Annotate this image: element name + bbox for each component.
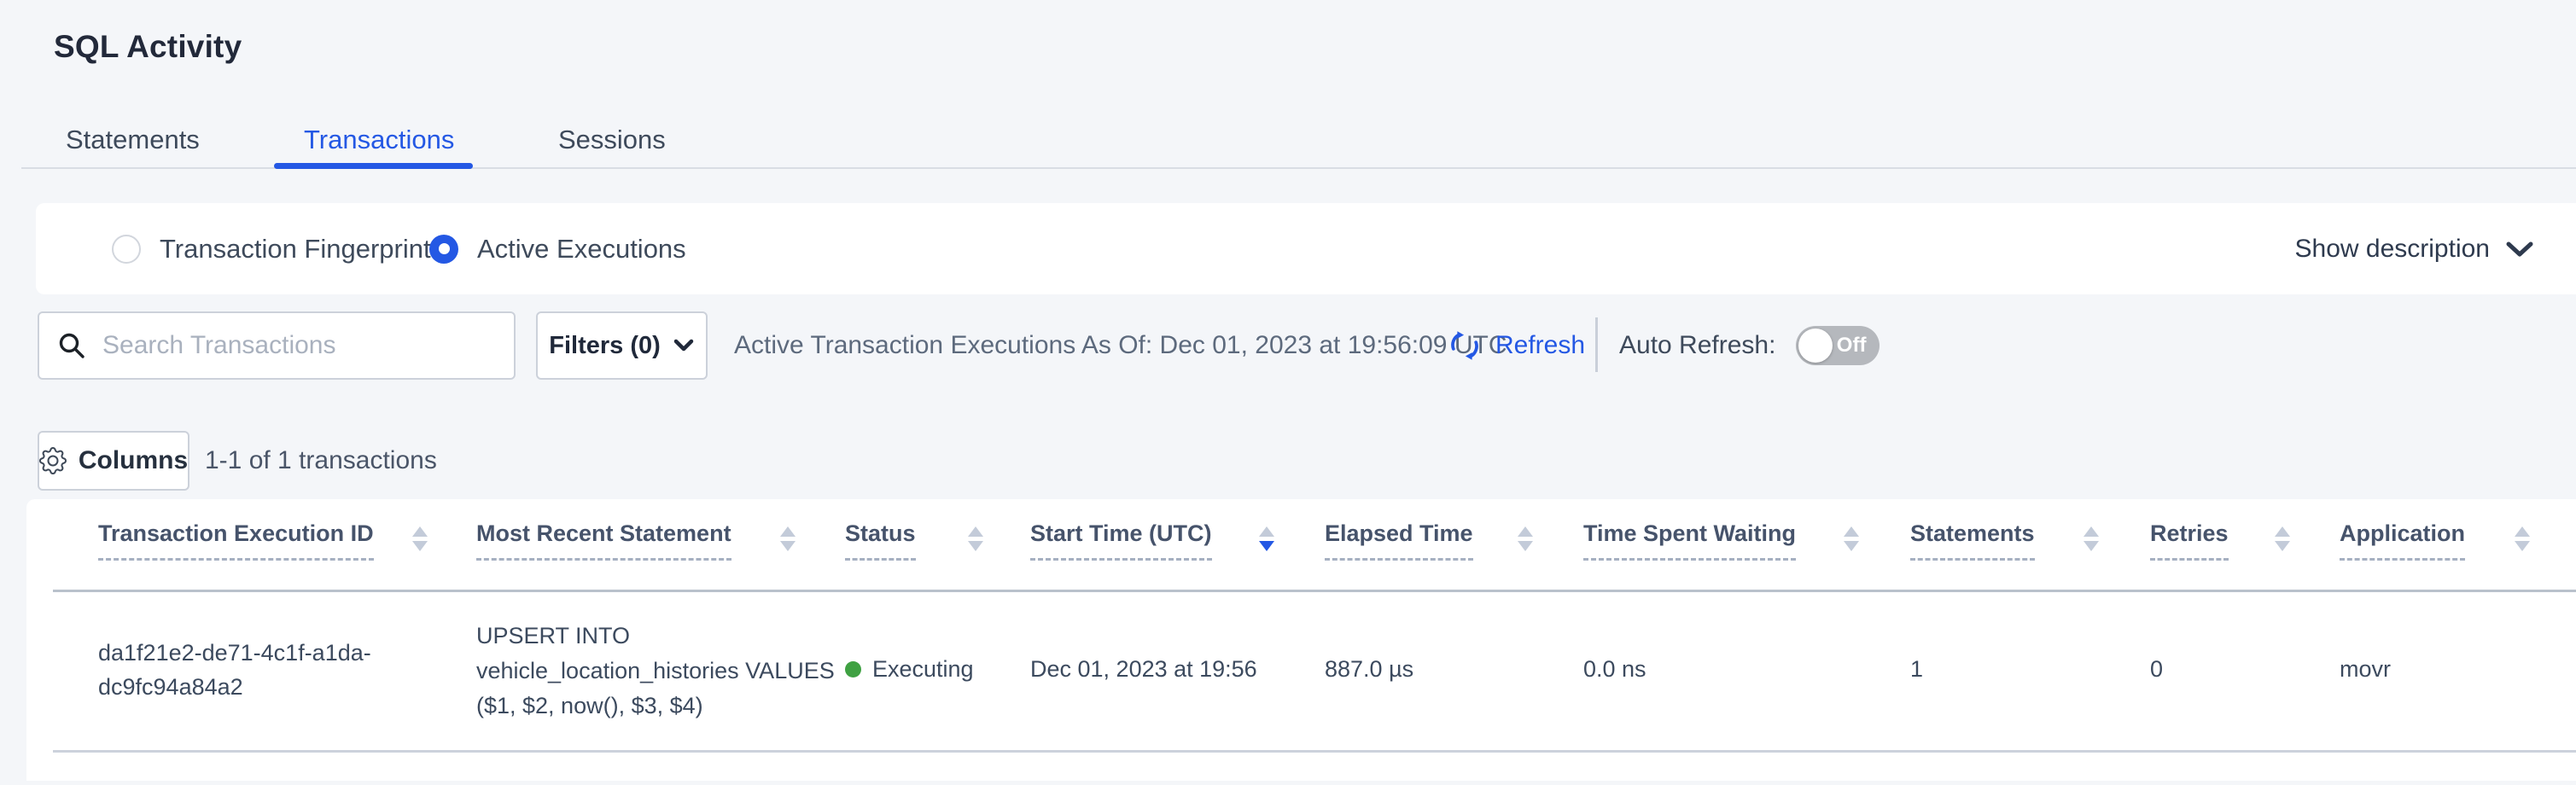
- page-title: SQL Activity: [54, 29, 242, 65]
- sort-icon[interactable]: [412, 526, 428, 551]
- toggle-knob[interactable]: [1798, 329, 1833, 363]
- table-row-divider: [53, 750, 2576, 753]
- sort-icon[interactable]: [2515, 526, 2530, 551]
- column-header-elapsed-time[interactable]: Elapsed Time: [1325, 520, 1473, 561]
- show-description-label: Show description: [2295, 235, 2490, 264]
- column-header-transaction-execution-id[interactable]: Transaction Execution ID: [98, 520, 374, 561]
- refresh-button[interactable]: Refresh: [1446, 311, 1585, 380]
- toggle-state-label: Off: [1837, 334, 1867, 358]
- cell-elapsed-time: 887.0 µs: [1325, 656, 1413, 683]
- radio-active-executions[interactable]: Active Executions: [429, 203, 686, 294]
- column-header-most-recent-statement[interactable]: Most Recent Statement: [476, 520, 731, 561]
- view-mode-panel: Transaction Fingerprints Active Executio…: [36, 203, 2576, 294]
- cell-retries: 0: [2150, 656, 2163, 683]
- radio-unselected-icon[interactable]: [112, 235, 141, 264]
- cell-transaction-execution-id: da1f21e2-de71-4c1f-a1da-dc9fc94a84a2: [98, 636, 405, 704]
- column-header-application[interactable]: Application: [2340, 520, 2465, 561]
- tab-transactions[interactable]: Transactions: [304, 125, 454, 155]
- sort-icon[interactable]: [968, 526, 983, 551]
- tab-sessions[interactable]: Sessions: [558, 125, 666, 155]
- refresh-icon: [1446, 327, 1483, 364]
- search-box[interactable]: [38, 311, 516, 380]
- radio-label: Active Executions: [477, 234, 686, 265]
- filters-button[interactable]: Filters (0): [536, 311, 708, 380]
- column-header-status[interactable]: Status: [845, 520, 916, 561]
- column-header-statements[interactable]: Statements: [1910, 520, 2035, 561]
- search-input[interactable]: [102, 331, 497, 360]
- transactions-table: Transaction Execution ID Most Recent Sta…: [26, 499, 2576, 781]
- cell-statements: 1: [1910, 656, 1923, 683]
- sort-icon[interactable]: [2084, 526, 2099, 551]
- gear-icon: [39, 447, 67, 474]
- executing-status-dot: [845, 661, 861, 677]
- refresh-label: Refresh: [1495, 331, 1585, 360]
- auto-refresh-label: Auto Refresh:: [1619, 331, 1775, 360]
- search-icon: [56, 330, 87, 361]
- chevron-down-icon: [2505, 240, 2534, 259]
- radio-transaction-fingerprints[interactable]: Transaction Fingerprints: [112, 203, 444, 294]
- active-tab-indicator: [274, 163, 473, 169]
- sort-icon[interactable]: [1518, 526, 1533, 551]
- vertical-divider: [1595, 317, 1598, 372]
- column-header-time-spent-waiting[interactable]: Time Spent Waiting: [1583, 520, 1796, 561]
- sort-icon[interactable]: [1844, 526, 1859, 551]
- cell-status: Executing: [845, 656, 974, 683]
- status-label: Executing: [872, 656, 974, 683]
- chevron-down-icon: [673, 338, 695, 353]
- radio-label: Transaction Fingerprints: [160, 234, 444, 265]
- cell-time-spent-waiting: 0.0 ns: [1583, 656, 1646, 683]
- table-header-divider: [53, 590, 2576, 592]
- auto-refresh-toggle[interactable]: Off: [1796, 326, 1880, 365]
- cell-application: movr: [2340, 656, 2391, 683]
- radio-selected-icon[interactable]: [429, 235, 458, 264]
- sort-icon[interactable]: [780, 526, 796, 551]
- sort-icon[interactable]: [2275, 526, 2290, 551]
- auto-refresh-control: Auto Refresh: Off: [1619, 311, 1880, 380]
- results-count: 1-1 of 1 transactions: [205, 431, 437, 491]
- column-header-start-time[interactable]: Start Time (UTC): [1030, 520, 1212, 561]
- column-header-retries[interactable]: Retries: [2150, 520, 2229, 561]
- cell-start-time: Dec 01, 2023 at 19:56: [1030, 656, 1257, 683]
- show-description-button[interactable]: Show description: [2295, 203, 2534, 294]
- as-of-timestamp: Active Transaction Executions As Of: Dec…: [734, 311, 1507, 380]
- cell-most-recent-statement: UPSERT INTO vehicle_location_histories V…: [476, 619, 835, 724]
- columns-button-label: Columns: [79, 446, 188, 475]
- tab-statements[interactable]: Statements: [66, 125, 200, 155]
- sort-icon-active-desc[interactable]: [1259, 526, 1274, 551]
- columns-button[interactable]: Columns: [38, 431, 189, 491]
- filters-label: Filters (0): [549, 332, 661, 360]
